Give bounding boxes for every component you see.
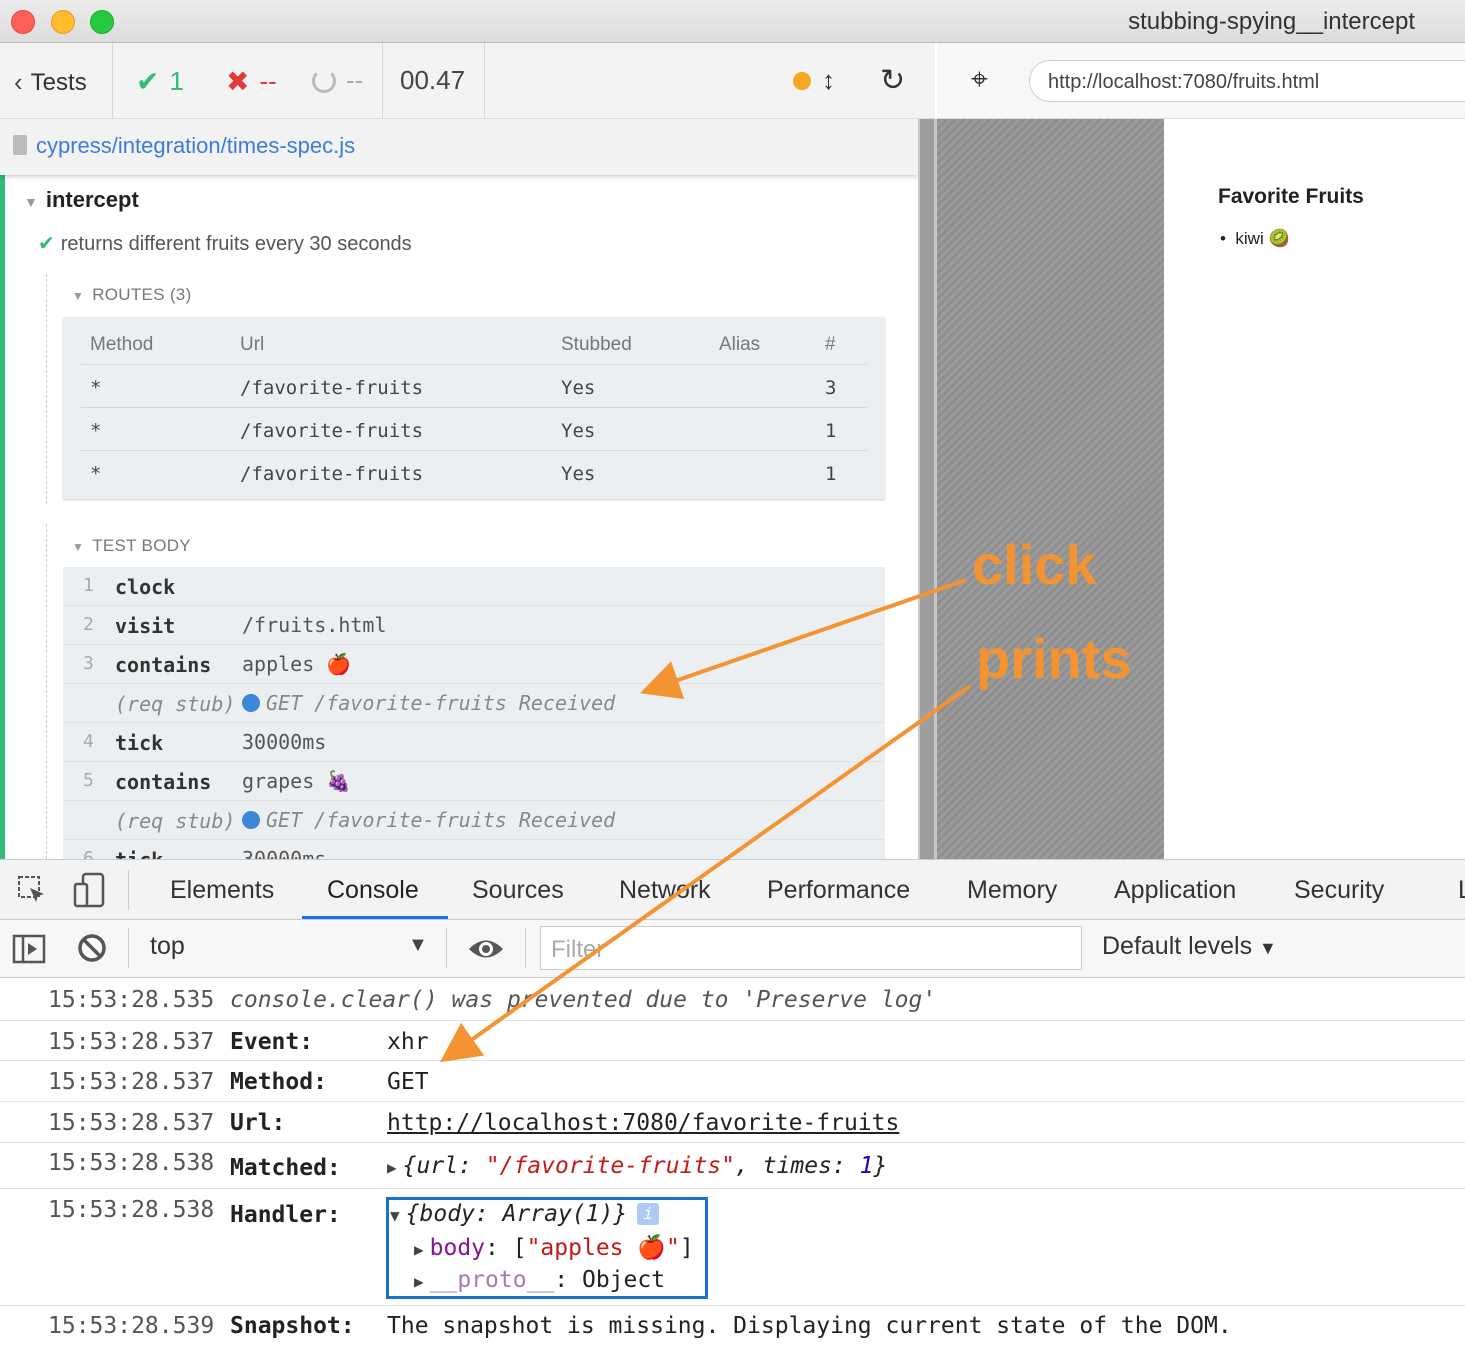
run-duration: 00.47 [400,65,466,95]
triangle-right-icon: ▶ [414,1272,424,1291]
aut-iframe: Favorite Fruits • kiwi 🥝 [1164,119,1465,859]
spec-path-link[interactable]: cypress/integration/times-spec.js [36,133,355,159]
command-contains-grapes[interactable]: 5 contains grapes 🍇 [63,762,885,801]
eye-icon[interactable] [467,934,505,964]
tab-security[interactable]: Security [1294,876,1384,905]
reporter-header: ‹ Tests ✔ 1 ✖ -- -- 00.47 ↕ ↻ [0,43,935,119]
app-window: stubbing-spying__intercept ‹ Tests ✔ 1 ✖… [0,0,1465,1350]
failed-count: ✖ -- [226,66,277,97]
minimize-window-button[interactable] [51,10,75,34]
tab-performance[interactable]: Performance [767,876,910,905]
tab-application[interactable]: Application [1114,876,1236,905]
table-row: * /favorite-fruits Yes 3 [81,365,867,408]
routes-table: Method Url Stubbed Alias # * /favorite-f… [63,317,885,499]
title-bar: stubbing-spying__intercept [0,0,1465,43]
devtools-tabbar: Elements Console Sources Network Perform… [0,859,1465,920]
chevron-down-icon[interactable]: ▼ [408,934,428,957]
pending-circle-icon [312,68,336,93]
aut-list-item: • kiwi 🥝 [1220,229,1290,248]
console-line: 15:53:28.535 console.clear() was prevent… [0,978,1465,1021]
request-dot-icon [242,811,260,829]
caret-down-icon: ▼ [72,289,85,303]
cross-icon: ✖ [226,66,250,97]
rerun-icon[interactable]: ↻ [880,63,905,98]
tab-console[interactable]: Console [327,876,419,905]
tests-button[interactable]: ‹ Tests [14,67,87,98]
clear-console-icon[interactable] [76,932,108,964]
aut-header: ⌖ http://localhost:7080/fruits.html [937,43,1465,119]
tab-overflow[interactable]: L [1458,876,1465,905]
info-icon: i [637,1203,660,1225]
triangle-right-icon: ▶ [414,1240,424,1259]
matched-object[interactable]: ▶ {url: "/favorite-fruits", times: 1} [387,1153,887,1179]
console-url-link[interactable]: http://localhost:7080/favorite-fruits [387,1110,899,1136]
aut-page-title: Favorite Fruits [1218,185,1364,208]
command-tick[interactable]: 4 tick 30000ms [63,723,885,762]
context-selector[interactable]: top [150,932,185,961]
check-icon: ✔ [136,66,160,97]
panel-splitter[interactable] [918,119,937,859]
command-req-stub[interactable]: (req stub) GET /favorite-fruits Received [63,801,885,840]
console-line: 15:53:28.539 Snapshot: The snapshot is m… [48,1313,1232,1339]
triangle-right-icon: ▶ [387,1158,397,1177]
console-line: 15:53:28.537 Event: xhr [0,1021,1465,1061]
console-line: 15:53:28.537 Method: GET [0,1061,1465,1102]
command-tick[interactable]: 6 tick 30000ms [63,840,885,859]
command-log: 1 clock 2 visit /fruits.html 3 contains … [63,567,885,859]
chevron-left-icon: ‹ [14,67,23,97]
handler-object[interactable]: ▼ {body: Array(1)} i [390,1201,660,1227]
caret-down-icon: ▼ [24,194,38,210]
aut-background [937,119,1164,859]
caret-down-icon: ▼ [1259,938,1277,958]
routes-header-row: Method Url Stubbed Alias # [81,322,867,365]
console-filter-input[interactable]: Filter [540,926,1082,970]
caret-down-icon: ▼ [72,540,85,554]
console-line: 15:53:28.537 Url: http://localhost:7080/… [0,1102,1465,1143]
inspect-element-icon[interactable] [16,874,48,906]
passed-count: ✔ 1 [136,66,184,97]
spec-bar: cypress/integration/times-spec.js [0,119,918,175]
tab-network[interactable]: Network [619,876,711,905]
file-icon [13,135,27,155]
close-window-button[interactable] [11,10,35,34]
sidebar-toggle-icon[interactable] [12,934,46,964]
handler-body-property[interactable]: ▶ body: ["apples 🍎"] [414,1234,694,1261]
zoom-window-button[interactable] [90,10,114,34]
triangle-down-icon: ▼ [390,1206,400,1225]
test-body-heading[interactable]: ▼ TEST BODY [72,536,191,556]
tab-memory[interactable]: Memory [967,876,1057,905]
auto-scroll-icon[interactable]: ↕ [822,65,835,96]
tab-sources[interactable]: Sources [472,876,564,905]
annotation-click-label: click [972,533,1097,596]
command-contains-apples[interactable]: 3 contains apples 🍎 [63,645,885,684]
test-title[interactable]: ✔ returns different fruits every 30 secon… [38,231,412,256]
command-req-stub[interactable]: (req stub) GET /favorite-fruits Received [63,684,885,723]
console-toolbar: top ▼ Filter Default levels ▼ [0,920,1465,978]
pending-count: -- [312,65,363,96]
selector-playground-icon[interactable]: ⌖ [971,63,988,97]
suite-title[interactable]: ▼ intercept [24,187,139,213]
device-toolbar-icon[interactable] [73,872,107,908]
window-title: stubbing-spying__intercept [1128,8,1415,35]
tests-label: Tests [30,68,87,96]
console-line: 15:53:28.538 Handler: ▼ {body: Array(1)} i… [0,1189,1465,1306]
annotation-prints-label: prints [976,627,1132,690]
table-row: * /favorite-fruits Yes 1 [90,463,837,485]
routes-heading[interactable]: ▼ ROUTES (3) [72,285,192,305]
running-indicator-icon [793,72,811,90]
console-output: 15:53:28.535 console.clear() was prevent… [0,978,1465,1350]
table-row: * /favorite-fruits Yes 1 [81,408,867,451]
console-line: 15:53:28.538 Matched: ▶ {url: "/favorite-… [0,1143,1465,1189]
command-clock[interactable]: 1 clock [63,567,885,606]
log-levels-dropdown[interactable]: Default levels ▼ [1102,932,1277,961]
request-dot-icon [242,694,260,712]
reporter-panel: cypress/integration/times-spec.js ▼ inter… [0,119,918,859]
command-visit[interactable]: 2 visit /fruits.html [63,606,885,645]
aut-url-field[interactable]: http://localhost:7080/fruits.html [1029,60,1465,102]
handler-proto-property[interactable]: ▶ __proto__: Object [414,1267,665,1293]
check-icon: ✔ [38,233,55,255]
pass-rail [0,175,5,859]
active-tab-indicator [302,916,448,919]
tab-elements[interactable]: Elements [170,876,274,905]
